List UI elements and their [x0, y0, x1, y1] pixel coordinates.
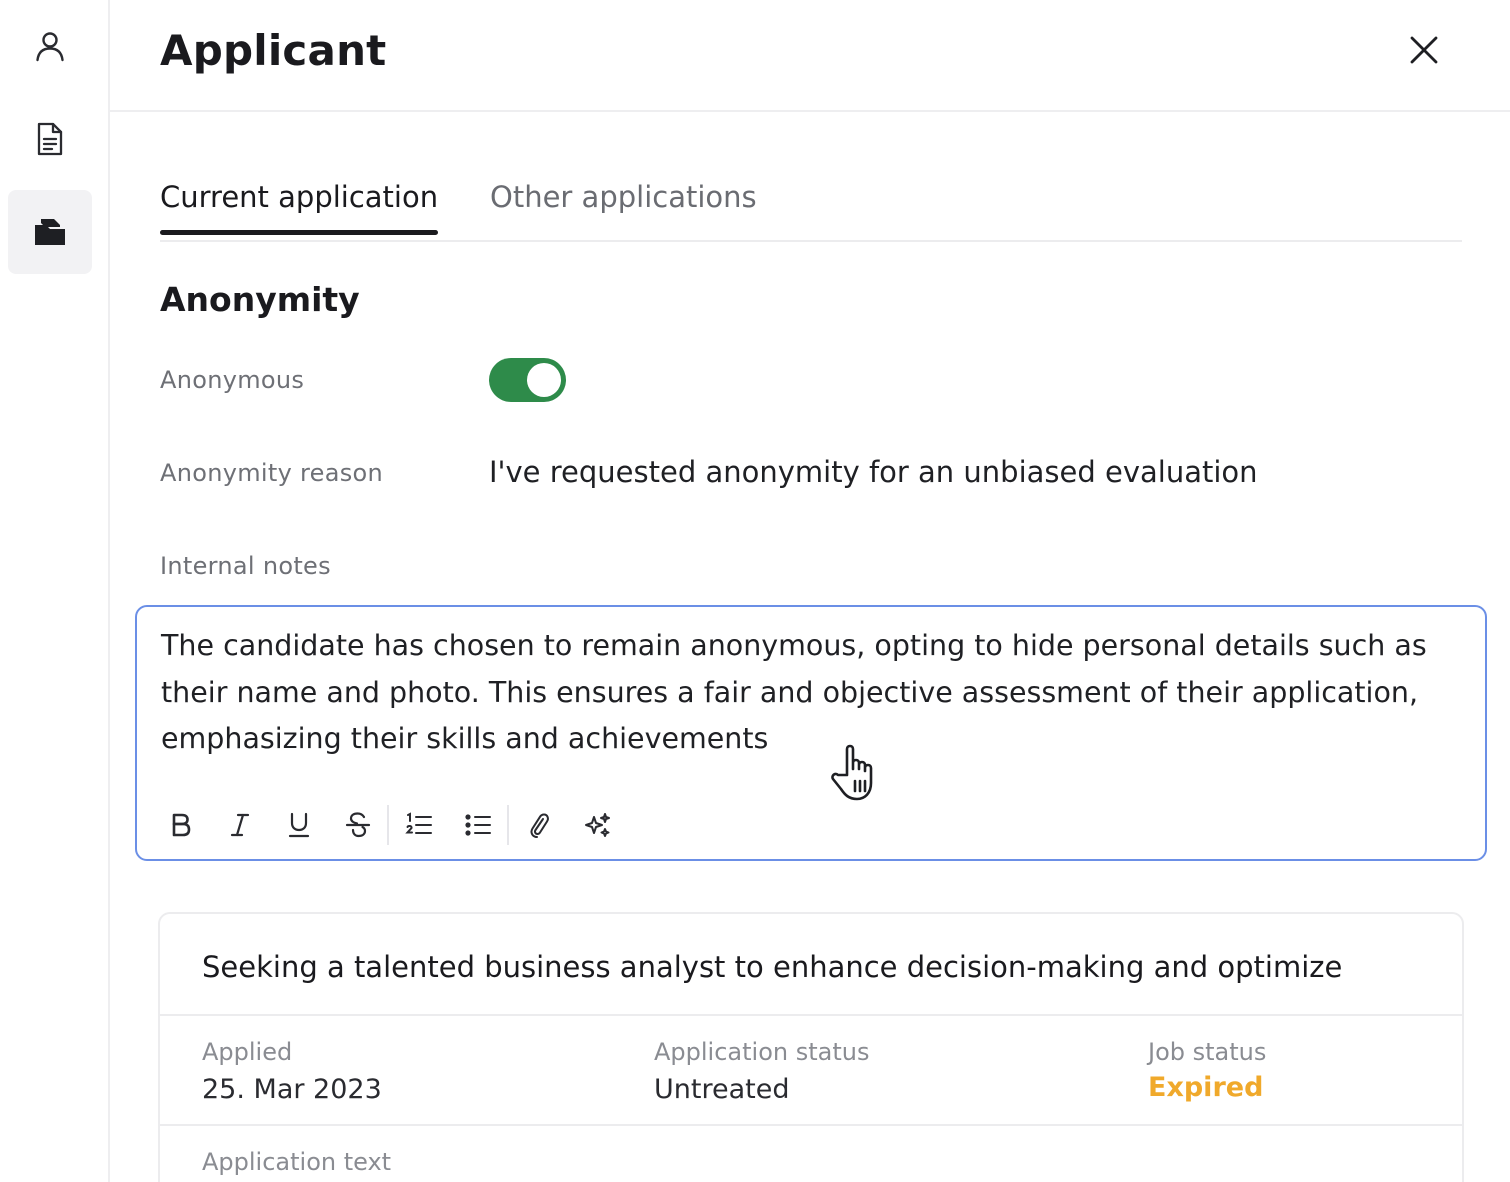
bold-button[interactable]: [151, 803, 210, 847]
active-tab-indicator: [160, 230, 439, 235]
sidebar-item-profile[interactable]: [8, 4, 92, 88]
editor-toolbar: [151, 803, 627, 847]
panel-header: Applicant: [110, 0, 1510, 112]
tab-current-application[interactable]: Current application: [160, 180, 439, 235]
attachment-button[interactable]: [509, 803, 568, 847]
underline-icon: [288, 812, 309, 838]
hand-cursor-icon: [831, 744, 873, 801]
close-icon: [1410, 36, 1438, 64]
job-title[interactable]: Seeking a talented business analyst to e…: [202, 950, 1342, 984]
toggle-knob: [527, 363, 561, 397]
internal-notes-label: Internal notes: [160, 552, 331, 580]
applied-date: 25. Mar 2023: [202, 1074, 382, 1105]
internal-notes-text[interactable]: The candidate has chosen to remain anony…: [161, 623, 1451, 763]
ordered-list-button[interactable]: [389, 803, 448, 847]
applicant-panel: Applicant Current application Other appl…: [110, 0, 1510, 1182]
tab-bar: Current application Other applications: [160, 180, 1462, 242]
internal-notes-editor[interactable]: The candidate has chosen to remain anony…: [135, 605, 1487, 861]
page-title: Applicant: [160, 26, 387, 75]
folders-icon: [35, 219, 65, 245]
bullet-list-button[interactable]: [448, 803, 507, 847]
sidebar-item-documents[interactable]: [8, 97, 92, 181]
card-divider: [160, 1014, 1462, 1016]
application-status-value: Untreated: [654, 1074, 790, 1105]
anonymity-reason-label: Anonymity reason: [160, 459, 384, 487]
attachment-icon: [530, 813, 549, 838]
italic-icon: [230, 813, 249, 837]
close-button[interactable]: [1404, 30, 1444, 70]
document-icon: [37, 122, 63, 156]
ordered-list-icon: [404, 812, 432, 834]
person-icon: [36, 32, 64, 62]
ai-sparkle-icon: [584, 813, 610, 837]
application-status-label: Application status: [654, 1038, 870, 1066]
bullet-list-icon: [464, 814, 491, 836]
tab-label: Other applications: [490, 180, 757, 214]
italic-button[interactable]: [210, 803, 269, 847]
tab-other-applications[interactable]: Other applications: [490, 180, 757, 232]
job-application-card: Seeking a talented business analyst to e…: [158, 912, 1464, 1182]
ai-assist-button[interactable]: [568, 803, 627, 847]
tab-label: Current application: [160, 180, 439, 214]
anonymous-toggle[interactable]: [489, 358, 566, 402]
strikethrough-icon: [345, 812, 370, 838]
sidebar-rail: [0, 0, 110, 1182]
application-text-label: Application text: [202, 1148, 392, 1176]
job-status-badge: Expired: [1148, 1072, 1264, 1103]
card-divider: [160, 1124, 1462, 1126]
anonymous-label: Anonymous: [160, 366, 305, 394]
underline-button[interactable]: [269, 803, 328, 847]
anonymity-section-title: Anonymity: [160, 280, 360, 319]
anonymity-reason-value: I've requested anonymity for an unbiased…: [489, 455, 1258, 489]
strikethrough-button[interactable]: [328, 803, 387, 847]
bold-icon: [172, 813, 190, 837]
sidebar-item-applications[interactable]: [8, 190, 92, 274]
job-status-label: Job status: [1148, 1038, 1267, 1066]
applied-label: Applied: [202, 1038, 293, 1066]
